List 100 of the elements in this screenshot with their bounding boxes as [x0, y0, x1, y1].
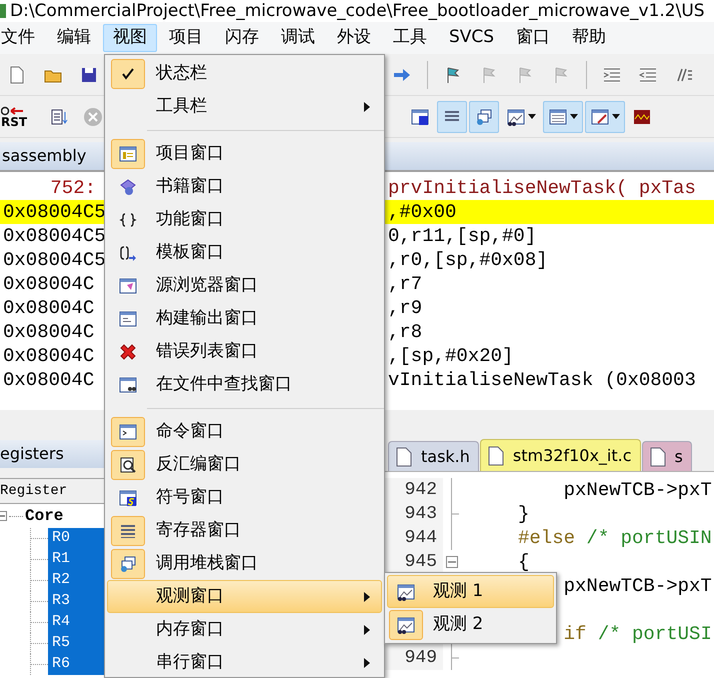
tree-item[interactable]: R4 [48, 612, 104, 633]
reset-button[interactable]: RST [0, 100, 28, 132]
window-list-icon [118, 144, 138, 164]
menu-item[interactable]: 工具栏 [107, 90, 382, 123]
registers-button[interactable] [437, 100, 467, 132]
line-number: 944 [404, 526, 437, 550]
tree-item[interactable]: R3 [48, 591, 104, 612]
menu-item[interactable]: 在文件中查找窗口 [107, 368, 382, 401]
serial-button[interactable] [585, 100, 625, 132]
menu-bar-item[interactable]: 视图 [103, 24, 157, 52]
edit-window-icon [590, 106, 610, 126]
code-line: pxNewTCB->pxT [562, 576, 712, 596]
menu-item[interactable]: 内存窗口 [107, 613, 382, 646]
address: 0x08004C [3, 370, 94, 390]
address: 0x08004C5 [3, 202, 104, 222]
menu-item-label: 命令窗口 [156, 420, 225, 443]
menu-bar-item[interactable]: 项目 [159, 24, 213, 52]
memory-button[interactable] [543, 100, 583, 132]
editor-tab[interactable]: stm32f10x_it.c [480, 439, 641, 471]
menu-item[interactable]: 反汇编窗口 [107, 448, 382, 481]
tree-item[interactable]: R6 [48, 654, 104, 675]
tree-item[interactable]: R2 [48, 570, 104, 591]
submenu-arrow-icon [363, 100, 371, 112]
instruction: ,[sp,#0x20] [388, 346, 514, 366]
menu-item-label: 状态栏 [156, 62, 208, 85]
caret-icon [570, 114, 578, 120]
menu-item-label: 项目窗口 [156, 142, 225, 165]
code-line: } [518, 504, 530, 524]
stacked-windows-icon [474, 106, 494, 126]
menu-item[interactable]: 模板窗口 [107, 236, 382, 269]
menu-bar-item[interactable]: 帮助 [562, 24, 616, 52]
output-window-icon [118, 308, 138, 328]
find-window-icon [118, 374, 138, 394]
address: 0x08004C [3, 298, 94, 318]
menu-bar-item[interactable]: 外设 [327, 24, 381, 52]
editor-tab[interactable]: task.h [388, 441, 479, 471]
address: 0x08004C [3, 322, 94, 342]
menu-item[interactable]: 功能窗口 [107, 203, 382, 236]
browser-window-icon [118, 276, 138, 296]
fold-minus-icon [446, 556, 458, 568]
menu-bar-item[interactable]: 编辑 [47, 24, 101, 52]
menu-item[interactable]: 符号窗口 [107, 481, 382, 514]
grid-window-icon [548, 106, 568, 126]
line-number: 943 [404, 502, 437, 526]
menu-item[interactable]: 构建输出窗口 [107, 302, 382, 335]
menu-item[interactable]: 状态栏 [107, 57, 382, 90]
source-line-number: 752: [50, 178, 96, 198]
menu-item[interactable]: 项目窗口 [107, 137, 382, 170]
watch-window-icon [396, 614, 416, 634]
magnifier-document-icon [118, 454, 138, 474]
instruction: vInitialiseNewTask (0x08003 [388, 370, 696, 390]
call-stack-button[interactable] [469, 100, 499, 132]
menu-bar-item[interactable]: 窗口 [506, 24, 560, 52]
menu-item-label: 观测窗口 [156, 584, 225, 608]
code-line: { [518, 552, 530, 572]
menu-item-label: 符号窗口 [156, 486, 225, 509]
submenu-arrow-icon [363, 656, 371, 668]
menu-bar-item[interactable]: 闪存 [215, 24, 269, 52]
menu-item[interactable]: 观测 1 [387, 575, 554, 608]
document-arrow-icon [49, 106, 70, 126]
watch-window-icon [396, 582, 416, 602]
address: 0x08004C [3, 274, 94, 294]
menu-item-label: 书籍窗口 [156, 174, 225, 198]
line-number: 942 [404, 478, 437, 502]
menu-bar-item[interactable]: 文件 [0, 24, 45, 52]
symbol-window-icon [118, 488, 138, 508]
caret-icon [612, 114, 620, 120]
menu-item-label: 调用堆栈窗口 [156, 552, 259, 575]
menu-item[interactable]: 调用堆栈窗口 [107, 547, 382, 580]
menu-item[interactable]: 串行窗口 [107, 646, 382, 678]
panel-title: sassembly [1, 145, 86, 167]
menu-bar-item[interactable]: 工具 [383, 24, 437, 52]
menu-item[interactable]: 源浏览器窗口 [107, 269, 382, 302]
instruction: ,r0,[sp,#0x08] [388, 250, 548, 270]
menu-item[interactable]: 错误列表窗口 [107, 335, 382, 368]
tree-item[interactable]: R1 [48, 549, 104, 570]
tree-item[interactable]: R0 [48, 528, 104, 549]
tree-item[interactable]: R5 [48, 633, 104, 654]
panel-title: egisters [0, 443, 64, 465]
watch-window-icon [506, 106, 526, 126]
editor-tab[interactable]: s [642, 441, 692, 471]
tree-item[interactable]: Core [25, 504, 64, 528]
address: 0x08004C5 [3, 250, 104, 270]
command-window-icon [118, 422, 138, 442]
menu-item-label: 内存窗口 [156, 618, 225, 641]
menu-item[interactable]: 观测窗口 [107, 580, 382, 613]
menu-item[interactable]: 命令窗口 [107, 415, 382, 448]
menu-item[interactable]: 寄存器窗口 [107, 514, 382, 547]
instruction: ,#0x00 [388, 202, 456, 222]
menu-item-label: 观测 1 [433, 580, 484, 603]
fold-end-icon [451, 646, 459, 670]
instruction: ,r9 [388, 298, 422, 318]
instruction: ,r7 [388, 274, 422, 294]
menu-item-label: 反汇编窗口 [156, 452, 242, 476]
menu-bar-item[interactable]: SVCS [439, 24, 504, 52]
line-number: 949 [404, 646, 437, 670]
menu-item[interactable]: 观测 2 [387, 608, 554, 641]
submenu-arrow-icon [363, 624, 371, 636]
menu-bar-item[interactable]: 调试 [271, 24, 325, 52]
menu-item[interactable]: 书籍窗口 [107, 170, 382, 203]
